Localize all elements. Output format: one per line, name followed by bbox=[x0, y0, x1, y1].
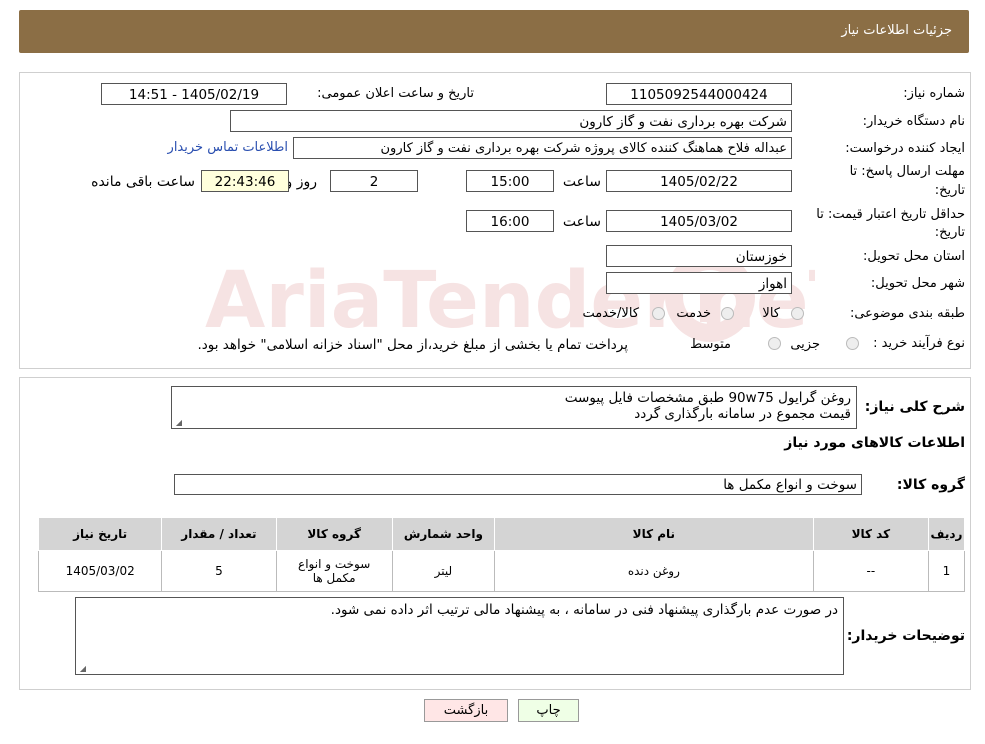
cell-date: 1405/03/02 bbox=[37, 550, 163, 592]
col-header-code: کد کالا bbox=[812, 517, 929, 551]
cell-index: 1 bbox=[927, 550, 966, 592]
watermark-text: AriaTender.neT bbox=[205, 256, 815, 346]
validity-date-field: 1405/03/02 bbox=[606, 210, 792, 232]
col-header-unit: واحد شمارش bbox=[391, 517, 496, 551]
goods-table: ردیف کد کالا نام کالا واحد شمارش گروه کا… bbox=[37, 517, 966, 592]
process-note: پرداخت تمام یا بخشی از مبلغ خرید،از محل … bbox=[197, 337, 628, 353]
page-title: جزئیات اطلاعات نیاز bbox=[841, 23, 952, 38]
cell-group: سوخت و انواع مکمل ها bbox=[275, 550, 393, 592]
category-option-goods: کالا bbox=[762, 306, 780, 321]
validity-label: حداقل تاریخ اعتبار قیمت: تا bbox=[816, 207, 965, 222]
need-number-field: 1105092544000424 bbox=[606, 83, 792, 105]
days-label: روز و bbox=[285, 174, 318, 190]
buyer-org-field: شرکت بهره برداری نفت و گاز کارون bbox=[230, 110, 792, 132]
remaining-label: ساعت باقی مانده bbox=[91, 174, 195, 190]
description-line-1: روغن گرایول 90w75 طبق مشخصات فایل پیوست bbox=[564, 390, 851, 406]
table-row: 1 -- روغن دنده لیتر سوخت و انواع مکمل ها… bbox=[37, 550, 966, 592]
buyer-contact-link[interactable]: اطلاعات تماس خریدار bbox=[168, 140, 288, 155]
announce-label: تاریخ و ساعت اعلان عمومی: bbox=[317, 86, 474, 101]
col-header-group: گروه کالا bbox=[275, 517, 393, 551]
announce-datetime-field: 1405/02/19 - 14:51 bbox=[101, 83, 287, 105]
requester-field: عبداله فلاح هماهنگ کننده کالای پروژه شرک… bbox=[293, 137, 792, 159]
validity-label-date: تاریخ: bbox=[934, 225, 965, 240]
category-radio-goods[interactable] bbox=[791, 307, 804, 320]
deadline-label-date: تاریخ: bbox=[934, 183, 965, 198]
process-radio-medium[interactable] bbox=[768, 337, 781, 350]
deadline-time-label: ساعت bbox=[562, 174, 601, 190]
col-header-date: تاریخ نیاز bbox=[37, 517, 163, 551]
category-radio-service[interactable] bbox=[721, 307, 734, 320]
cell-group-line-1: سوخت و انواع bbox=[298, 557, 371, 571]
goods-group-field: سوخت و انواع مکمل ها bbox=[174, 474, 862, 495]
description-label: شرح کلی نیاز: bbox=[864, 399, 965, 415]
city-field: اهواز bbox=[606, 272, 792, 294]
deadline-time-field: 15:00 bbox=[466, 170, 554, 192]
buyer-org-label: نام دستگاه خریدار: bbox=[862, 114, 965, 129]
resize-handle-icon[interactable]: ◢ bbox=[78, 664, 86, 673]
col-header-index: ردیف bbox=[927, 517, 966, 551]
category-label: طبقه بندی موضوعی: bbox=[849, 306, 965, 321]
cell-unit: لیتر bbox=[391, 550, 496, 592]
back-button[interactable]: بازگشت bbox=[424, 699, 508, 722]
remaining-time-field: 22:43:46 bbox=[201, 170, 289, 192]
category-option-service: خدمت bbox=[676, 306, 711, 321]
process-option-partial: جزیی bbox=[790, 337, 820, 352]
print-button[interactable]: چاپ bbox=[518, 699, 579, 722]
description-line-2: قیمت مجموع در سامانه بارگذاری گردد bbox=[634, 406, 851, 422]
col-header-qty: تعداد / مقدار bbox=[161, 517, 277, 551]
buyer-notes-textarea[interactable]: در صورت عدم بارگذاری پیشنهاد فنی در ساما… bbox=[75, 597, 844, 675]
col-header-name: نام کالا bbox=[494, 517, 814, 551]
requester-label: ایجاد کننده درخواست: bbox=[845, 141, 965, 156]
resize-handle-icon[interactable]: ◢ bbox=[174, 418, 182, 427]
cell-name: روغن دنده bbox=[494, 550, 814, 592]
cell-group-line-2: مکمل ها bbox=[312, 571, 356, 585]
buyer-notes-label: توضیحات خریدار: bbox=[846, 628, 965, 644]
description-textarea[interactable]: روغن گرایول 90w75 طبق مشخصات فایل پیوست … bbox=[171, 386, 857, 429]
days-remaining-field: 2 bbox=[330, 170, 418, 192]
cell-code: -- bbox=[812, 550, 929, 592]
process-radio-partial[interactable] bbox=[846, 337, 859, 350]
deadline-date-field: 1405/02/22 bbox=[606, 170, 792, 192]
process-label: نوع فرآیند خرید : bbox=[873, 336, 965, 351]
province-label: استان محل تحویل: bbox=[863, 249, 965, 264]
validity-time-label: ساعت bbox=[562, 214, 601, 230]
category-radio-both[interactable] bbox=[652, 307, 665, 320]
province-field: خوزستان bbox=[606, 245, 792, 267]
need-number-label: شماره نیاز: bbox=[903, 86, 965, 101]
buyer-notes-text: در صورت عدم بارگذاری پیشنهاد فنی در ساما… bbox=[330, 602, 838, 618]
process-option-medium: متوسط bbox=[690, 337, 731, 352]
cell-qty: 5 bbox=[161, 550, 277, 592]
goods-group-label: گروه کالا: bbox=[896, 477, 965, 493]
category-option-both: کالا/خدمت bbox=[582, 306, 639, 321]
validity-time-field: 16:00 bbox=[466, 210, 554, 232]
goods-section-title: اطلاعات کالاهای مورد نیاز bbox=[784, 435, 965, 451]
city-label: شهر محل تحویل: bbox=[870, 276, 965, 291]
page-header: جزئیات اطلاعات نیاز bbox=[19, 10, 969, 53]
deadline-label: مهلت ارسال پاسخ: تا bbox=[849, 164, 965, 179]
